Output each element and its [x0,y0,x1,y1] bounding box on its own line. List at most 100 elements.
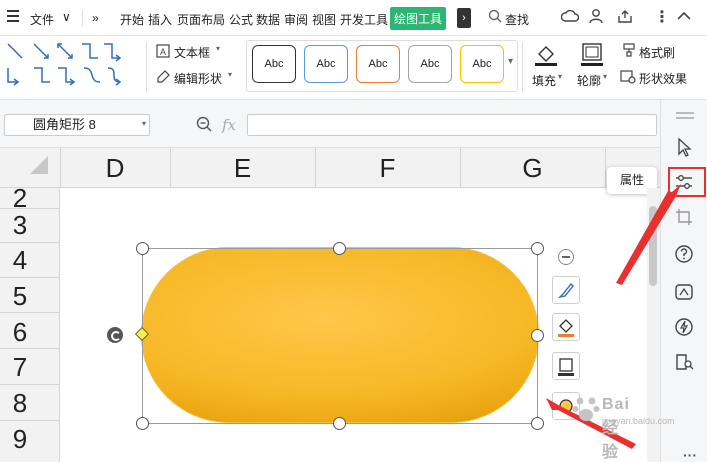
menu-bar: 文件 ∨ » 开始 插入 页面布局 公式 数据 审阅 视图 开发工具 绘图工具 … [0,0,707,36]
resize-handle-top[interactable] [333,242,346,255]
tab-insert[interactable]: 插入 [148,11,172,28]
more-tabs-icon[interactable]: » [92,11,99,25]
style-preset-3[interactable]: Abc [356,45,400,83]
float-outline-button[interactable] [552,352,580,380]
row-5[interactable]: 5 [0,281,40,312]
share-user-icon[interactable] [589,8,605,25]
shape-effects-button[interactable]: 形状效果 [639,70,687,87]
format-painter-button[interactable]: 格式刷 [639,44,675,61]
float-fill-button[interactable] [552,313,580,341]
tab-scroll-right-icon[interactable]: › [457,8,471,28]
zoom-icon[interactable] [196,116,212,132]
fill-bucket-icon[interactable] [533,41,559,67]
resize-handle-top-left[interactable] [136,242,149,255]
row-3[interactable]: 3 [0,210,40,241]
row-divider [0,348,60,349]
connector-gallery[interactable] [4,40,128,88]
more-options-icon[interactable]: ··· [683,447,697,463]
row-6[interactable]: 6 [0,317,40,348]
column-f[interactable]: F [315,148,460,188]
style-preset-4[interactable]: Abc [408,45,452,83]
cursor-select-icon[interactable] [673,136,695,158]
column-d[interactable]: D [60,148,170,188]
resize-handle-bottom-right[interactable] [531,417,544,430]
search-label[interactable]: 查找 [505,11,529,28]
resize-handle-right[interactable] [531,329,544,342]
tab-formulas[interactable]: 公式 [229,11,253,28]
ai-assistant-icon[interactable] [673,281,695,303]
cloud-sync-icon[interactable] [561,9,579,25]
resize-handle-bottom-left[interactable] [136,417,149,430]
formula-input[interactable] [247,114,657,136]
name-box[interactable]: 圆角矩形 8 [4,114,150,136]
row-divider [0,277,60,278]
text-box-button[interactable]: 文本框 [174,44,210,61]
select-all-corner[interactable] [30,156,48,174]
fill-button[interactable]: 填充 [532,72,556,89]
chevron-down-icon[interactable]: ▾ [142,119,146,128]
formula-bar: 圆角矩形 8 ▾ [0,100,660,148]
column-divider [315,148,316,188]
collapse-ribbon-icon[interactable] [677,11,691,21]
edit-shape-icon [157,70,170,83]
column-e[interactable]: E [170,148,315,188]
row-divider [0,420,60,421]
style-preset-2[interactable]: Abc [304,45,348,83]
more-options-icon[interactable]: ⋮ [654,7,670,27]
style-preset-1[interactable]: Abc [252,45,296,83]
row-4[interactable]: 4 [0,245,40,276]
menu-divider [82,10,83,26]
hamburger-menu-icon[interactable] [7,10,21,24]
chevron-down-icon[interactable]: ▾ [228,70,232,79]
chevron-down-icon[interactable]: ∨ [62,10,71,24]
text-box-icon: A [156,44,170,58]
ribbon-divider [522,42,523,92]
search-icon[interactable] [488,9,502,23]
tab-data[interactable]: 数据 [256,11,280,28]
tab-home[interactable]: 开始 [120,11,144,28]
shape-effects-icon [620,70,636,84]
row-divider [0,312,60,313]
fx-label[interactable]: fx [222,116,236,134]
style-preset-5[interactable]: Abc [460,45,504,83]
export-icon[interactable] [617,9,633,24]
tab-review[interactable]: 审阅 [284,11,308,28]
outline-button[interactable]: 轮廓 [577,72,601,89]
row-7[interactable]: 7 [0,352,40,383]
collapse-toolbar-icon[interactable] [558,249,574,265]
crop-icon[interactable] [673,206,695,228]
chevron-down-icon[interactable]: ▾ [603,72,607,81]
help-icon[interactable] [673,243,695,265]
gallery-expand-icon[interactable]: ▾ [508,56,513,67]
tab-view[interactable]: 视图 [312,11,336,28]
rotate-handle-icon[interactable] [107,327,123,343]
column-divider [460,148,461,188]
resize-handle-bottom[interactable] [333,417,346,430]
book-search-icon[interactable] [673,351,695,373]
scrollbar-thumb[interactable] [649,206,657,286]
float-style-button[interactable] [552,276,580,304]
chevron-down-icon[interactable]: ▾ [558,72,562,81]
column-divider [605,148,606,188]
watermark-brand: Bai 经验 [602,396,630,461]
tab-drawing-tools[interactable]: 绘图工具 [390,7,447,30]
brush-icon [557,282,574,299]
lightning-icon[interactable] [673,316,695,338]
row-9[interactable]: 9 [0,424,40,455]
selection-frame [142,248,538,424]
properties-highlight-box [668,167,706,197]
svg-text:A: A [160,47,166,57]
outline-icon[interactable] [580,41,604,67]
row-divider [0,208,60,209]
chevron-down-icon[interactable]: ▾ [216,44,220,53]
panel-grip-icon [676,117,694,119]
tab-developer[interactable]: 开发工具 [340,11,388,28]
resize-handle-top-right[interactable] [531,242,544,255]
row-8[interactable]: 8 [0,388,40,419]
tab-page-layout[interactable]: 页面布局 [177,11,225,28]
edit-shape-button[interactable]: 编辑形状 [174,70,222,87]
column-g[interactable]: G [460,148,605,188]
file-menu[interactable]: 文件 [30,11,54,28]
panel-grip-icon [676,112,694,114]
row-divider [0,242,60,243]
